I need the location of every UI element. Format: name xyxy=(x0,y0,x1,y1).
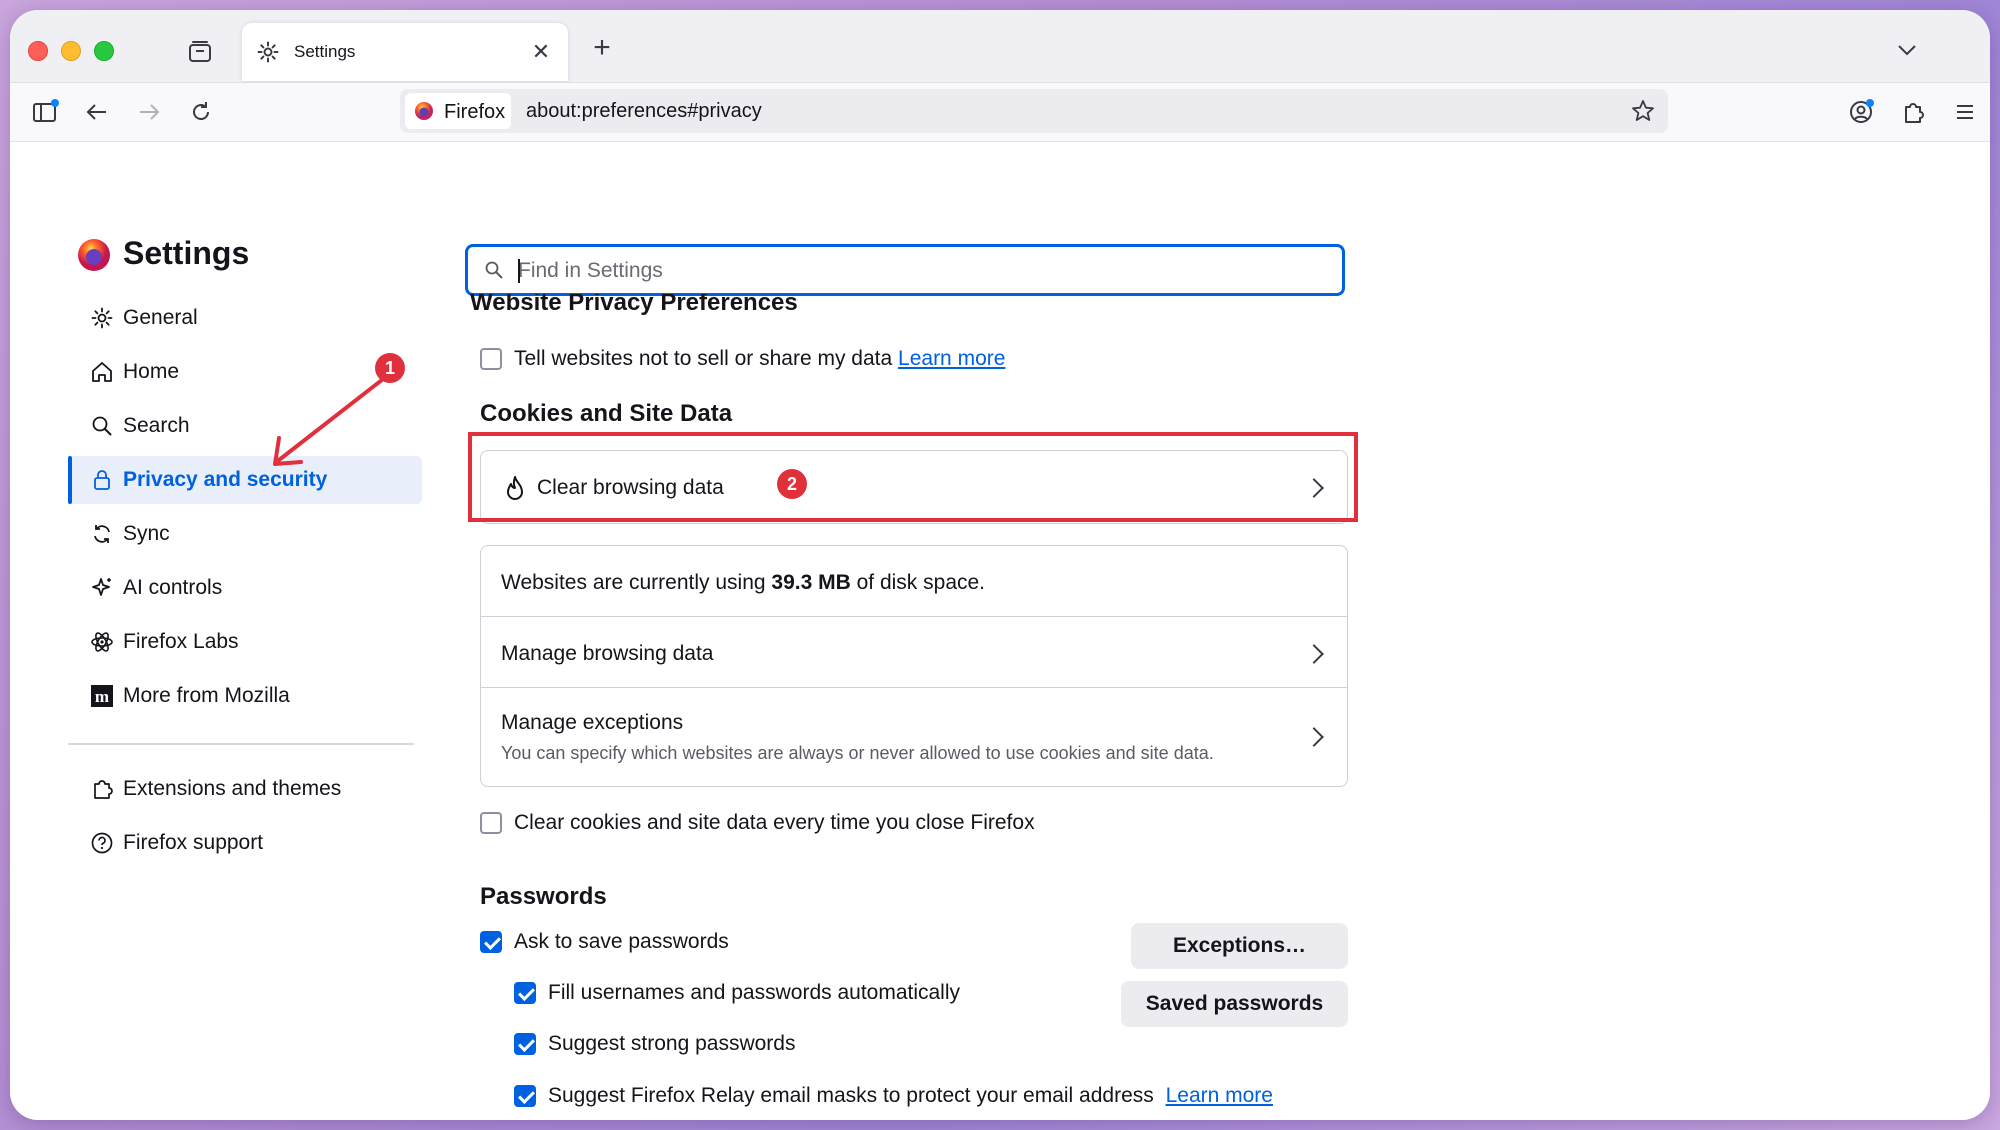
manage-exceptions-desc: You can specify which websites are alway… xyxy=(501,743,1214,763)
identity-box[interactable]: Firefox xyxy=(405,93,511,129)
account-icon[interactable] xyxy=(1846,97,1876,127)
manage-exceptions-label: Manage exceptions xyxy=(501,711,684,734)
sidebar-item-extensions[interactable]: Extensions and themes xyxy=(68,765,422,813)
suggest-strong-passwords-label: Suggest strong passwords xyxy=(548,1032,796,1055)
firefox-logo-icon xyxy=(78,239,110,271)
relay-masks-checkbox[interactable] xyxy=(514,1085,536,1107)
window-zoom-button[interactable] xyxy=(94,41,114,61)
chevron-down-icon[interactable] xyxy=(1894,37,1920,63)
lock-icon xyxy=(94,470,110,490)
url-text[interactable]: about:preferences#privacy xyxy=(526,100,762,123)
usage-amount: 39.3 MB xyxy=(771,571,851,594)
settings-search[interactable] xyxy=(465,244,1345,296)
url-bar[interactable]: Firefox about:preferences#privacy xyxy=(400,89,1668,133)
sidebar-item-label: Firefox support xyxy=(123,831,264,854)
sync-icon xyxy=(94,525,110,543)
dont-sell-label: Tell websites not to sell or share my da… xyxy=(514,347,893,370)
relay-masks-label: Suggest Firefox Relay email masks to pro… xyxy=(548,1084,1154,1107)
suggest-strong-passwords-checkbox[interactable] xyxy=(514,1033,536,1055)
annotation-badge-2: 2 xyxy=(777,469,807,499)
page-title: Settings xyxy=(123,235,250,271)
sidebar-item-label: General xyxy=(123,306,198,329)
sidebar-item-label: AI controls xyxy=(123,576,223,599)
sidebar-item-general[interactable]: General xyxy=(68,294,422,342)
cookies-heading: Cookies and Site Data xyxy=(480,400,733,427)
forward-icon[interactable] xyxy=(134,97,164,127)
extensions-icon[interactable] xyxy=(1898,97,1928,127)
relay-masks-row: Suggest Firefox Relay email masks to pro… xyxy=(548,1084,1273,1108)
sidebar-item-label: Home xyxy=(123,360,180,383)
annotation-highlight-box xyxy=(468,432,1358,522)
menu-icon[interactable] xyxy=(1950,97,1980,127)
tab-strip: Settings ✕ + xyxy=(10,10,1990,83)
window-minimize-button[interactable] xyxy=(61,41,81,61)
new-tab-button[interactable]: + xyxy=(588,33,616,63)
settings-page: Settings General Home Search Privacy and… xyxy=(10,142,1990,1120)
annotation-arrow xyxy=(273,374,389,466)
navigation-toolbar: Firefox about:preferences#privacy xyxy=(10,83,1990,142)
autofill-passwords-checkbox[interactable] xyxy=(514,982,536,1004)
sidebar-item-label: Privacy and security xyxy=(123,468,328,491)
home-icon xyxy=(92,362,112,382)
chevron-right-icon xyxy=(1304,727,1324,747)
tab-settings[interactable]: Settings ✕ xyxy=(242,23,568,81)
svg-text:m: m xyxy=(95,687,109,706)
sidebar-item-ai-controls[interactable]: AI controls xyxy=(68,564,422,612)
dont-sell-checkbox[interactable] xyxy=(480,348,502,370)
search-input[interactable] xyxy=(518,255,1318,287)
clear-on-close-checkbox[interactable] xyxy=(480,812,502,834)
identity-label: Firefox xyxy=(444,101,506,123)
disk-usage-text: Websites are currently using 39.3 MB of … xyxy=(501,571,985,595)
sidebar-divider xyxy=(68,743,414,745)
ask-save-passwords-checkbox[interactable] xyxy=(480,931,502,953)
website-privacy-heading: Website Privacy Preferences xyxy=(470,294,798,316)
back-icon[interactable] xyxy=(82,97,112,127)
chevron-right-icon xyxy=(1304,644,1324,664)
sidebar-item-label: Extensions and themes xyxy=(123,777,342,800)
firefox-logo-icon xyxy=(415,102,433,120)
sidebar-item-sync[interactable]: Sync xyxy=(68,510,422,558)
sidebar-item-more-from-mozilla[interactable]: m More from Mozilla xyxy=(68,672,422,720)
ask-save-passwords-label: Ask to save passwords xyxy=(514,930,729,953)
sidebar-item-label: Sync xyxy=(123,522,170,545)
search-icon xyxy=(92,416,112,436)
help-icon xyxy=(91,832,113,854)
manage-exceptions-button[interactable]: Manage exceptions You can specify which … xyxy=(481,687,1347,787)
gear-icon xyxy=(257,41,279,63)
manage-browsing-data-button[interactable]: Manage browsing data xyxy=(481,616,1347,687)
sidebar-item-firefox-labs[interactable]: Firefox Labs xyxy=(68,618,422,666)
usage-suffix: of disk space. xyxy=(850,571,986,594)
usage-prefix: Websites are currently using xyxy=(501,571,772,594)
dont-sell-row: Tell websites not to sell or share my da… xyxy=(514,347,1005,371)
clear-on-close-label: Clear cookies and site data every time y… xyxy=(514,811,1035,834)
learn-more-link[interactable]: Learn more xyxy=(898,347,1005,370)
close-tab-icon[interactable]: ✕ xyxy=(528,39,554,65)
saved-passwords-button[interactable]: Saved passwords xyxy=(1121,981,1348,1027)
sidebar-toggle-icon[interactable] xyxy=(30,97,60,127)
autofill-passwords-label: Fill usernames and passwords automatical… xyxy=(548,981,961,1004)
browser-window: Settings ✕ + Firefox about:preferences#p… xyxy=(10,10,1990,1120)
bookmark-star-icon[interactable] xyxy=(1630,98,1656,124)
manage-browsing-data-label: Manage browsing data xyxy=(501,642,714,665)
sidebar-item-support[interactable]: Firefox support xyxy=(68,819,422,867)
firefox-view-icon[interactable] xyxy=(186,38,214,66)
sidebar-item-label: Firefox Labs xyxy=(123,630,239,653)
text-caret xyxy=(518,259,520,283)
window-close-button[interactable] xyxy=(28,41,48,61)
sidebar-item-label: Search xyxy=(123,414,190,437)
site-data-card: Websites are currently using 39.3 MB of … xyxy=(480,545,1348,787)
passwords-heading: Passwords xyxy=(480,883,607,910)
mozilla-icon: m xyxy=(91,685,113,707)
sparkle-icon xyxy=(92,578,111,596)
tab-title: Settings xyxy=(294,42,356,61)
puzzle-icon xyxy=(94,780,113,799)
sidebar-item-label: More from Mozilla xyxy=(123,684,290,707)
reload-icon[interactable] xyxy=(186,97,216,127)
gear-icon xyxy=(91,307,113,329)
search-icon xyxy=(485,261,503,279)
labs-icon xyxy=(91,632,113,652)
relay-learn-more-link[interactable]: Learn more xyxy=(1166,1084,1273,1107)
password-exceptions-button[interactable]: Exceptions… xyxy=(1131,923,1348,969)
